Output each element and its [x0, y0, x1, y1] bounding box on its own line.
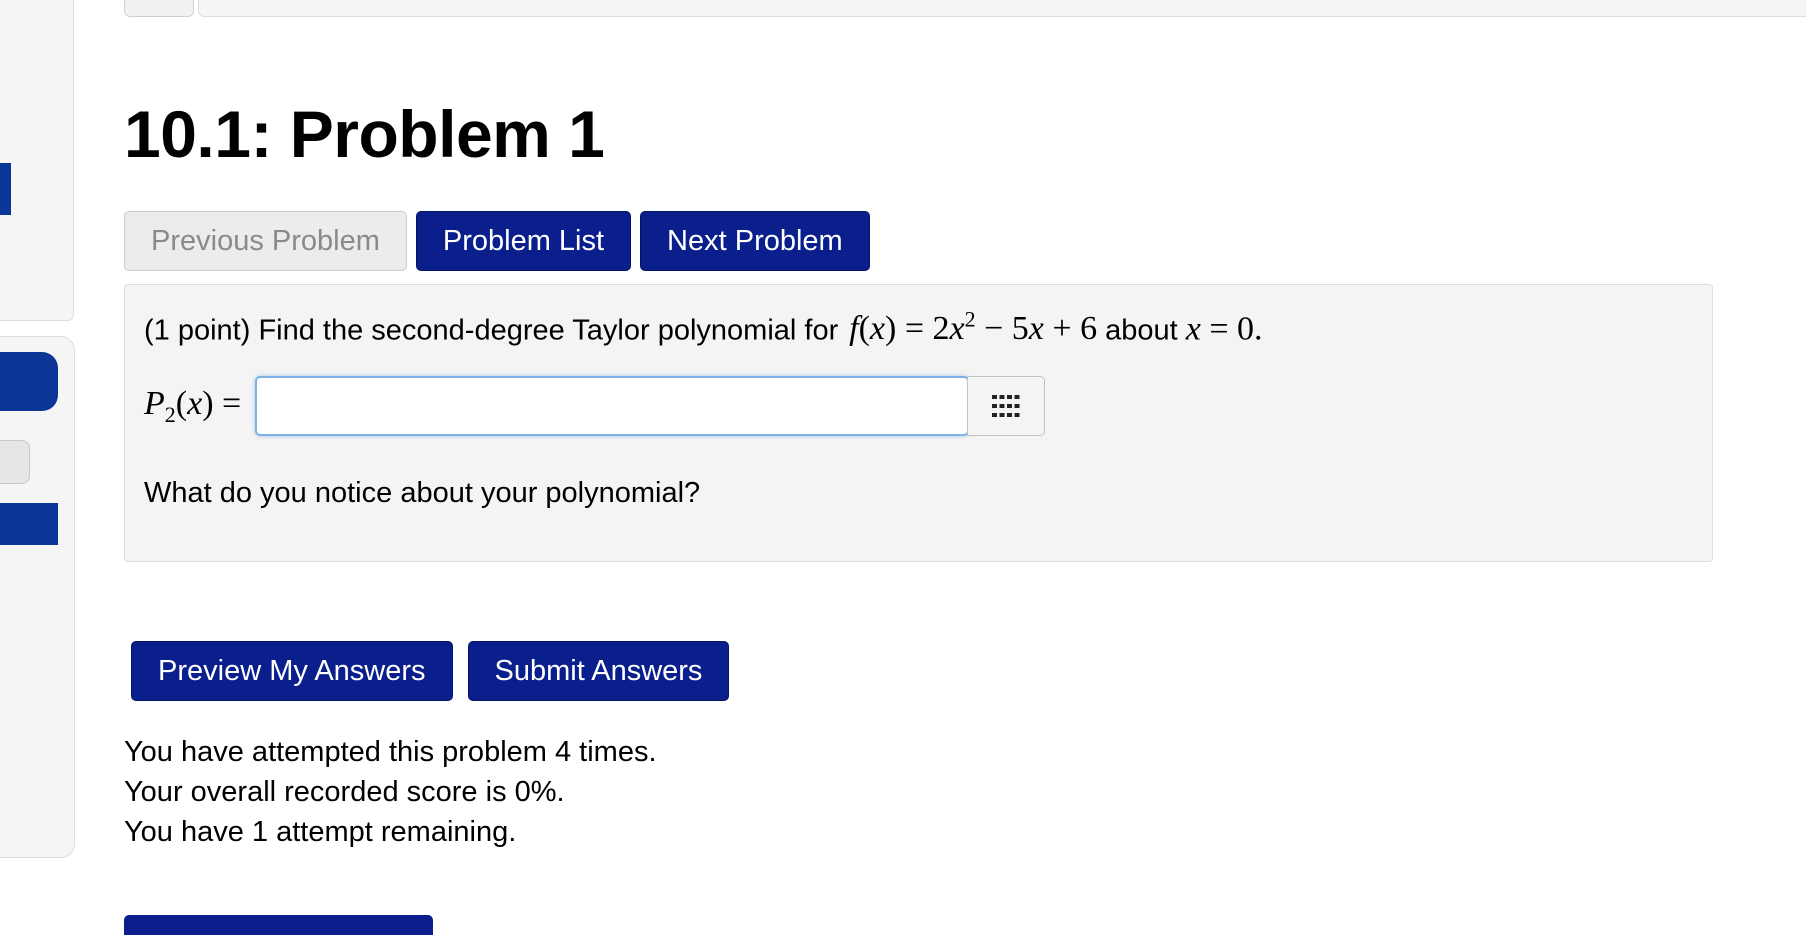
keyboard-grid-icon	[992, 395, 1020, 417]
bottom-button[interactable]	[124, 915, 433, 935]
sidebar-secondary-button[interactable]	[0, 440, 30, 484]
answer-row: P2(x) =	[144, 375, 1046, 437]
preview-answers-button[interactable]: Preview My Answers	[131, 641, 453, 701]
attempts-text: You have attempted this problem 4 times.	[124, 736, 657, 768]
sidebar-active-indicator	[0, 163, 11, 215]
problem-navigation: Previous Problem Problem List Next Probl…	[124, 211, 870, 271]
sidebar-panel-top	[0, 0, 74, 321]
sidebar-button[interactable]	[0, 352, 58, 411]
problem-list-button[interactable]: Problem List	[415, 211, 632, 271]
expansion-point: x = 0.	[1185, 310, 1263, 348]
function-formula: f(x) = 2x2 − 5x + 6	[849, 307, 1098, 348]
remaining-text: You have 1 attempt remaining.	[124, 816, 517, 848]
equation-editor-button[interactable]	[967, 376, 1046, 436]
answer-label: P2(x) =	[144, 384, 242, 427]
submit-answers-button[interactable]: Submit Answers	[467, 641, 730, 701]
top-navbar	[198, 0, 1806, 17]
answer-actions: Preview My Answers Submit Answers	[131, 641, 730, 701]
answer-input[interactable]	[255, 376, 970, 436]
top-toggle-button[interactable]	[124, 0, 194, 17]
problem-body: (1 point) Find the second-degree Taylor …	[124, 284, 1713, 562]
attempt-status: You have attempted this problem 4 times.…	[124, 732, 657, 852]
problem-statement: (1 point) Find the second-degree Taylor …	[144, 307, 1263, 348]
score-text: Your overall recorded score is 0%.	[124, 776, 565, 808]
sidebar-selected-item[interactable]	[0, 503, 58, 545]
page-title: 10.1: Problem 1	[124, 97, 605, 171]
problem-intro-text: (1 point) Find the second-degree Taylor …	[144, 314, 839, 347]
follow-up-question: What do you notice about your polynomial…	[144, 477, 701, 509]
previous-problem-button: Previous Problem	[124, 211, 407, 271]
next-problem-button[interactable]: Next Problem	[640, 211, 870, 271]
sidebar-panel-bottom	[0, 336, 75, 858]
about-text: about	[1105, 314, 1178, 347]
